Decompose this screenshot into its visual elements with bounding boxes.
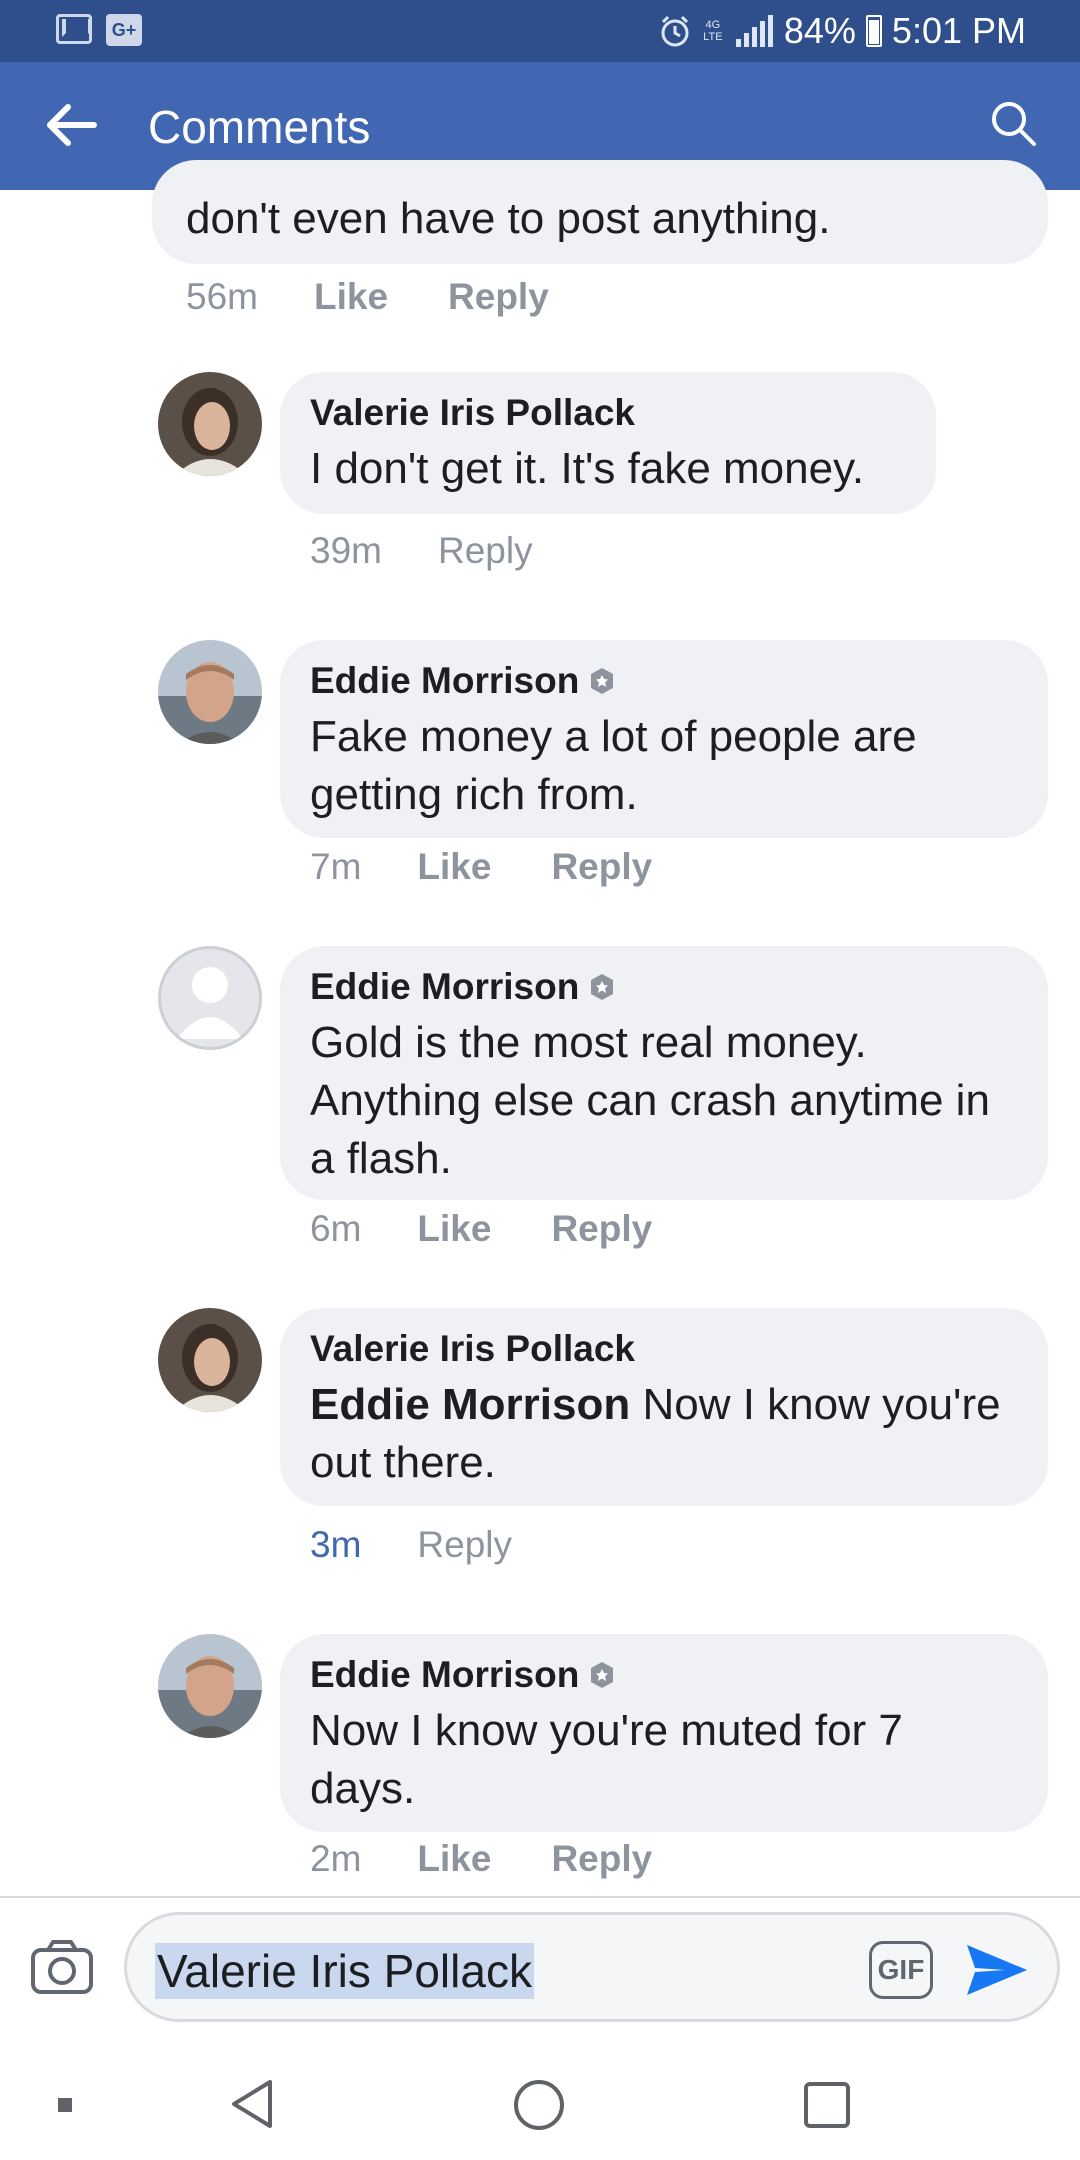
nav-back-icon[interactable] [228, 2078, 276, 2130]
comment-author-name[interactable]: Eddie Morrison [310, 966, 579, 1008]
comment-bubble: Eddie Morrison Now I know you're muted f… [280, 1634, 1048, 1832]
comment-timestamp[interactable]: 7m [310, 846, 361, 888]
reply-button[interactable]: Reply [438, 530, 533, 572]
clock: 5:01 PM [891, 10, 1026, 51]
search-icon[interactable] [988, 98, 1040, 150]
battery-percent: 84% [783, 10, 856, 51]
comment-author: Eddie Morrison [310, 966, 1018, 1008]
avatar[interactable] [158, 1634, 262, 1738]
back-arrow-icon[interactable] [46, 102, 98, 148]
comment-bubble: Eddie Morrison Gold is the most real mon… [280, 946, 1048, 1200]
signal-icon [735, 15, 773, 47]
comment-timestamp[interactable]: 39m [310, 530, 382, 572]
comment-bubble: Valerie Iris Pollack Eddie Morrison Now … [280, 1308, 1048, 1506]
gif-button[interactable]: GIF [869, 1941, 933, 1999]
avatar[interactable] [158, 1308, 262, 1412]
comment-bubble: Eddie Morrison Fake money a lot of peopl… [280, 640, 1048, 838]
verified-badge-icon [591, 1662, 614, 1688]
avatar[interactable] [158, 372, 262, 476]
comment-input[interactable]: Valerie Iris Pollack GIF [124, 1912, 1060, 2022]
comment-author-name[interactable]: Eddie Morrison [310, 1654, 579, 1696]
reply-button[interactable]: Reply [551, 1208, 652, 1250]
system-icons: 4G LTE 84% 5:01 PM [658, 10, 1026, 52]
reply-button[interactable]: Reply [551, 1838, 652, 1880]
camera-icon[interactable] [30, 1938, 94, 1996]
mention-link[interactable]: Eddie Morrison [310, 1380, 630, 1429]
comment-text: I don't get it. It's fake money. [310, 444, 865, 493]
reply-button[interactable]: Reply [417, 1524, 512, 1566]
system-nav-bar [0, 2048, 1080, 2160]
comment-input-value[interactable]: Valerie Iris Pollack [155, 1943, 534, 1999]
gmail-icon [56, 14, 92, 44]
comment-composer: Valerie Iris Pollack GIF [0, 1896, 1080, 2048]
comment-actions: 3m Reply [310, 1524, 512, 1566]
comment-text: Fake money a lot of people are getting r… [310, 712, 917, 819]
comment-author: Eddie Morrison [310, 1654, 1018, 1696]
comment-author[interactable]: Valerie Iris Pollack [310, 1328, 1018, 1370]
google-plus-icon: G+ [106, 14, 142, 46]
comment-text: Gold is the most real money. Anything el… [310, 1018, 990, 1183]
comment-timestamp[interactable]: 2m [310, 1838, 361, 1880]
avatar[interactable] [158, 640, 262, 744]
comment-timestamp[interactable]: 6m [310, 1208, 361, 1250]
battery-icon [865, 15, 882, 47]
comment-actions: 2m Like Reply [310, 1838, 652, 1880]
alarm-icon [661, 15, 689, 47]
nav-home-icon[interactable] [514, 2080, 564, 2130]
page-title: Comments [148, 101, 371, 153]
nav-recents-icon[interactable] [804, 2082, 850, 2128]
verified-badge-icon [591, 974, 614, 1000]
verified-badge-icon [591, 668, 614, 694]
reply-button[interactable]: Reply [448, 276, 549, 318]
comment-author: Eddie Morrison [310, 660, 1018, 702]
status-bar: G+ 4G LTE 84% 5:01 PM [0, 0, 1080, 62]
comment-author[interactable]: Valerie Iris Pollack [310, 392, 906, 434]
comment-author-name[interactable]: Eddie Morrison [310, 660, 579, 702]
send-icon[interactable] [965, 1941, 1029, 1999]
comment-bubble: Valerie Iris Pollack I don't get it. It'… [280, 372, 936, 514]
comment-timestamp[interactable]: 56m [186, 276, 258, 318]
comment-actions: 7m Like Reply [310, 846, 652, 888]
comment-actions: 6m Like Reply [310, 1208, 652, 1250]
network-icon: 4G LTE [703, 19, 723, 43]
comment-timestamp[interactable]: 3m [310, 1524, 361, 1566]
avatar[interactable] [158, 946, 262, 1050]
comment-actions: 56m Like Reply [186, 276, 549, 318]
like-button[interactable]: Like [314, 276, 388, 318]
comment-text: don't even have to post anything. [186, 194, 831, 243]
comment-text: Eddie Morrison Now I know you're out the… [310, 1376, 1018, 1492]
comment-text: Now I know you're muted for 7 days. [310, 1706, 903, 1813]
like-button[interactable]: Like [417, 1838, 491, 1880]
notification-icons: G+ [56, 14, 142, 46]
reply-button[interactable]: Reply [551, 846, 652, 888]
comment-actions: 39m Reply [310, 530, 533, 572]
comment-bubble: don't even have to post anything. [152, 160, 1048, 264]
nav-indicator-icon [58, 2098, 72, 2112]
like-button[interactable]: Like [417, 1208, 491, 1250]
like-button[interactable]: Like [417, 846, 491, 888]
